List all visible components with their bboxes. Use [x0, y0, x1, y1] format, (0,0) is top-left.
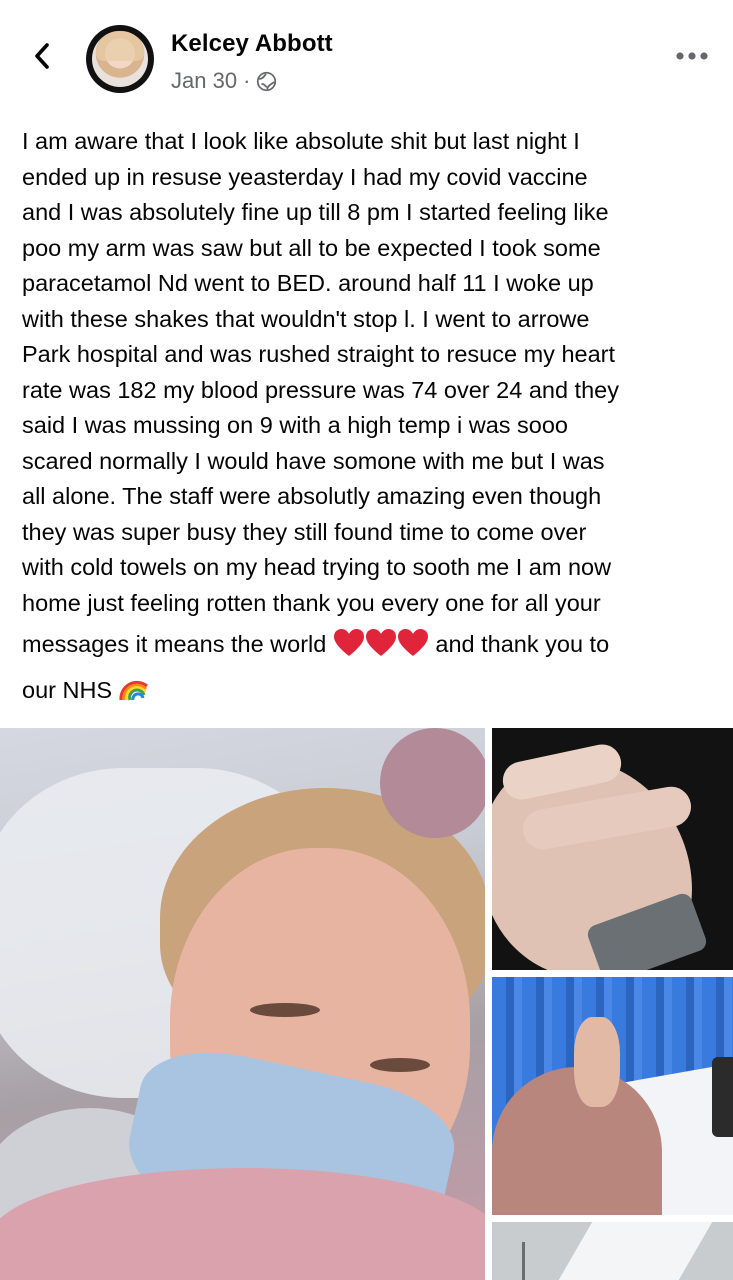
- text-fragment: our NHS: [22, 676, 119, 703]
- rainbow-emoji: [119, 680, 148, 701]
- post-photo-hand[interactable]: [492, 728, 733, 970]
- photo-eye: [250, 1003, 320, 1017]
- post-header: Kelcey Abbott Jan 30 ·: [0, 0, 733, 110]
- post-meta: Jan 30 ·: [171, 68, 277, 94]
- post-date[interactable]: Jan 30: [171, 68, 237, 94]
- chevron-left-icon: [35, 43, 49, 69]
- text-line: scared normally I would have somone with…: [22, 447, 605, 474]
- text-line: all alone. The staff were absolutly amaz…: [22, 483, 602, 509]
- post-text: I am aware that I look like absolute shi…: [22, 124, 716, 708]
- photo-ceiling-light: [551, 1222, 713, 1280]
- text-line-with-emoji: messages it means the world and thank yo…: [22, 627, 716, 663]
- post-photo-ceiling[interactable]: [492, 1222, 733, 1280]
- text-line: ended up in resuse yeasterday I had my c…: [22, 163, 588, 190]
- text-line: poo my arm was saw but all to be expecte…: [22, 234, 601, 261]
- text-fragment: and thank you to: [428, 631, 610, 657]
- avatar-hair: [96, 31, 144, 61]
- text-line: they was super busy they still found tim…: [22, 518, 587, 545]
- heart-emoji: [397, 629, 428, 656]
- text-line: and I was absolutely fine up till 8 pm I…: [22, 199, 609, 225]
- text-line: home just feeling rotten thank you every…: [22, 589, 601, 616]
- text-line: with these shakes that wouldn't stop l. …: [22, 305, 590, 332]
- photo-monitor: [712, 1057, 733, 1137]
- text-line: Park hospital and was rushed straight to…: [22, 341, 616, 367]
- post-photo-main[interactable]: [0, 728, 485, 1280]
- avatar[interactable]: [86, 25, 154, 93]
- photo-rail: [522, 1242, 525, 1280]
- text-line: rate was 182 my blood pressure was 74 ov…: [22, 376, 619, 403]
- photo-eye: [370, 1058, 430, 1072]
- photo-foot: [574, 1017, 620, 1107]
- text-line: said I was mussing on 9 with a high temp…: [22, 412, 568, 438]
- text-line-with-emoji: our NHS: [22, 673, 716, 709]
- globe-icon: [257, 71, 277, 91]
- text-fragment: messages it means the world: [22, 631, 333, 657]
- heart-emoji: [333, 629, 364, 656]
- photo-hair-tie: [380, 728, 485, 838]
- more-horizontal-icon: [676, 52, 708, 60]
- text-line: I am aware that I look like absolute shi…: [22, 128, 580, 154]
- text-line: paracetamol Nd went to BED. around half …: [22, 270, 594, 296]
- heart-emoji: [365, 629, 396, 656]
- more-options-button[interactable]: [672, 44, 712, 68]
- back-button[interactable]: [24, 34, 60, 78]
- post-photo-leg[interactable]: [492, 977, 733, 1215]
- text-line: with cold towels on my head trying to so…: [22, 554, 612, 580]
- author-name[interactable]: Kelcey Abbott: [171, 30, 333, 58]
- meta-separator: ·: [243, 68, 251, 93]
